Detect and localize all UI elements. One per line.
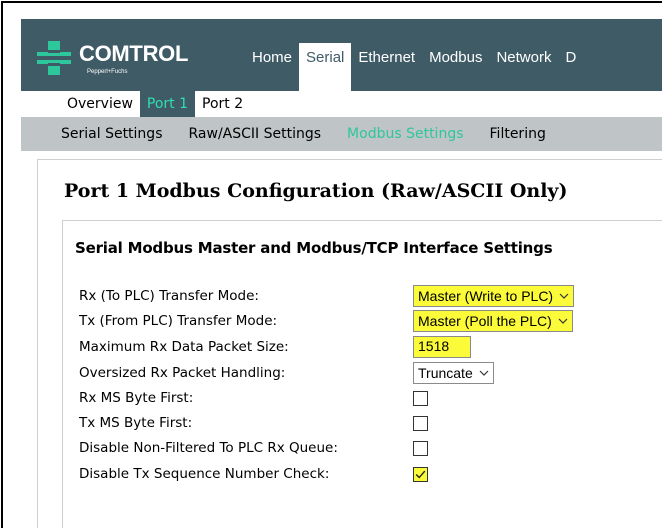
tx-transfer-mode-select[interactable]: Master (Poll the PLC) xyxy=(413,310,573,332)
field-label: Maximum Rx Data Packet Size: xyxy=(79,339,289,355)
select-value: Master (Poll the PLC) xyxy=(418,313,552,329)
chevron-down-icon xyxy=(558,318,568,324)
field-label: Oversized Rx Packet Handling: xyxy=(79,365,286,381)
top-header: COMTROL Pepperl+Fuchs Home Serial Ethern… xyxy=(21,19,662,91)
field-max-rx-packet-size: Maximum Rx Data Packet Size: 1518 xyxy=(79,336,662,360)
field-rx-ms-byte-first: Rx MS Byte First: xyxy=(79,387,662,411)
subnav-raw-ascii-settings[interactable]: Raw/ASCII Settings xyxy=(189,117,322,151)
nav-modbus[interactable]: Modbus xyxy=(422,43,489,91)
content-panel: Port 1 Modbus Configuration (Raw/ASCII O… xyxy=(37,159,662,528)
field-rx-transfer-mode: Rx (To PLC) Transfer Mode: Master (Write… xyxy=(79,285,662,309)
field-label: Rx MS Byte First: xyxy=(79,390,194,406)
field-label: Tx MS Byte First: xyxy=(79,415,193,431)
comtrol-logo: COMTROL Pepperl+Fuchs xyxy=(37,41,207,81)
nav-home[interactable]: Home xyxy=(245,43,299,91)
section-title: Serial Modbus Master and Modbus/TCP Inte… xyxy=(75,239,553,257)
field-disable-nonfiltered-queue: Disable Non-Filtered To PLC Rx Queue: xyxy=(79,437,662,461)
subnav-serial-settings[interactable]: Serial Settings xyxy=(61,117,163,151)
field-disable-tx-seq-check: Disable Tx Sequence Number Check: xyxy=(79,463,662,487)
nav-d-truncated[interactable]: D xyxy=(558,43,583,91)
rx-transfer-mode-select[interactable]: Master (Write to PLC) xyxy=(413,285,575,307)
nav-ethernet[interactable]: Ethernet xyxy=(351,43,422,91)
field-label: Rx (To PLC) Transfer Mode: xyxy=(79,288,259,304)
subnav-modbus-settings[interactable]: Modbus Settings xyxy=(347,117,463,151)
port-tabs: Overview Port 1 Port 2 xyxy=(60,91,250,117)
brand-name: COMTROL xyxy=(79,41,189,66)
tab-overview[interactable]: Overview xyxy=(60,91,140,117)
brand-tagline: Pepperl+Fuchs xyxy=(87,69,128,75)
page-title: Port 1 Modbus Configuration (Raw/ASCII O… xyxy=(64,180,568,202)
disable-tx-seq-check-checkbox[interactable] xyxy=(413,467,428,482)
field-tx-ms-byte-first: Tx MS Byte First: xyxy=(79,412,662,436)
field-label: Disable Non-Filtered To PLC Rx Queue: xyxy=(79,440,338,456)
field-oversized-rx-handling: Oversized Rx Packet Handling: Truncate xyxy=(79,362,662,386)
select-value: Master (Write to PLC) xyxy=(418,288,554,304)
tx-ms-byte-first-checkbox[interactable] xyxy=(413,416,428,431)
settings-subnav: Serial Settings Raw/ASCII Settings Modbu… xyxy=(21,117,662,151)
chevron-down-icon xyxy=(479,370,489,376)
select-value: Truncate xyxy=(418,365,473,381)
comtrol-logo-icon xyxy=(37,41,71,75)
tab-port-2[interactable]: Port 2 xyxy=(195,91,250,117)
chevron-down-icon xyxy=(559,293,569,299)
max-rx-packet-size-input[interactable]: 1518 xyxy=(413,336,471,358)
field-label: Tx (From PLC) Transfer Mode: xyxy=(79,313,278,329)
oversized-rx-handling-select[interactable]: Truncate xyxy=(413,362,494,384)
browser-frame: COMTROL Pepperl+Fuchs Home Serial Ethern… xyxy=(1,1,662,528)
nav-serial[interactable]: Serial xyxy=(299,43,352,91)
subnav-filtering[interactable]: Filtering xyxy=(490,117,546,151)
field-label: Disable Tx Sequence Number Check: xyxy=(79,466,330,482)
field-tx-transfer-mode: Tx (From PLC) Transfer Mode: Master (Pol… xyxy=(79,310,662,334)
settings-section: Serial Modbus Master and Modbus/TCP Inte… xyxy=(62,220,662,528)
checkmark-icon xyxy=(415,470,426,479)
rx-ms-byte-first-checkbox[interactable] xyxy=(413,391,428,406)
tab-port-1[interactable]: Port 1 xyxy=(139,91,196,117)
nav-network[interactable]: Network xyxy=(489,43,558,91)
main-nav: Home Serial Ethernet Modbus Network D xyxy=(245,43,583,91)
disable-nonfiltered-queue-checkbox[interactable] xyxy=(413,441,428,456)
